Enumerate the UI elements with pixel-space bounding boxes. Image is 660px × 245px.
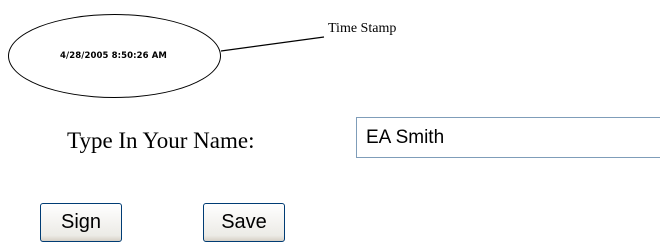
- timestamp-label: Time Stamp: [328, 21, 397, 36]
- timestamp-ellipse: 4/28/2005 8:50:26 AM: [8, 14, 221, 98]
- save-button[interactable]: Save: [203, 203, 285, 242]
- timestamp-value: 4/28/2005 8:50:26 AM: [60, 51, 167, 61]
- sign-button[interactable]: Sign: [40, 203, 122, 242]
- name-field-label: Type In Your Name:: [67, 128, 255, 153]
- name-input[interactable]: [356, 117, 660, 158]
